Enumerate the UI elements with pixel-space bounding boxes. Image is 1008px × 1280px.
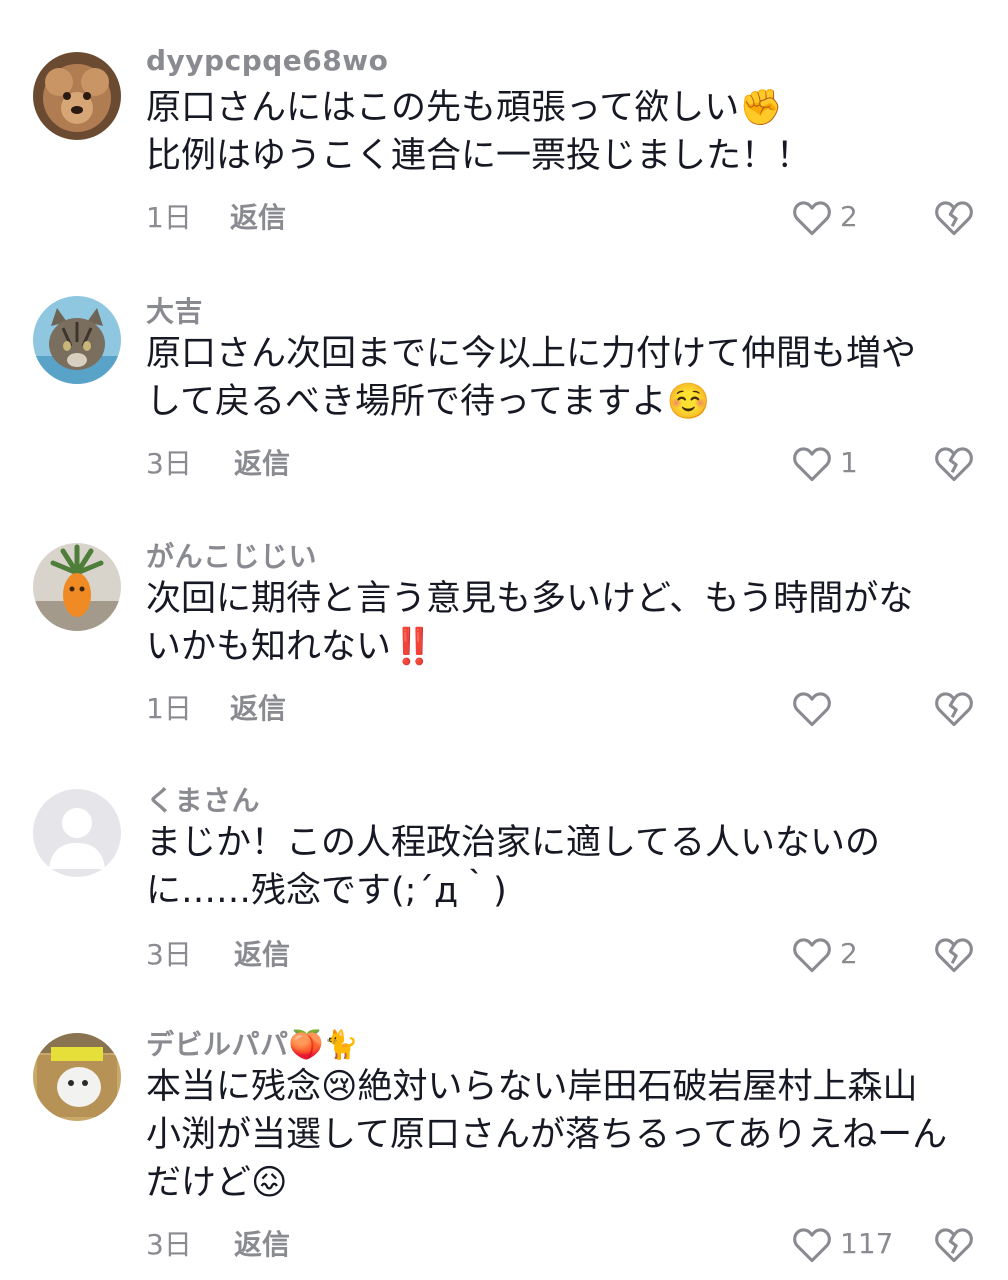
- dislike-button[interactable]: [932, 687, 976, 731]
- avatar[interactable]: [33, 1033, 121, 1121]
- reply-button[interactable]: 返信: [230, 687, 286, 727]
- cat-avatar-icon: [33, 296, 121, 384]
- heart-icon: [793, 201, 831, 236]
- timestamp: 3日: [146, 447, 192, 480]
- comment-text-line: 本当に残念😢絶対いらない岸田石破岩屋村上森山: [146, 1067, 918, 1107]
- username[interactable]: デビルパパ🍑🐈: [146, 1023, 359, 1063]
- comment-text: 原口さん次回までに今以上に力付けて仲間も増や して戻るべき場所で待ってますよ☺️: [146, 330, 986, 426]
- comment-text-line: 小渕が当選して原口さんが落ちるってありえねーん: [146, 1115, 948, 1155]
- like-button[interactable]: 2: [790, 933, 890, 977]
- timestamp: 3日: [146, 938, 192, 971]
- like-count: 1: [840, 446, 858, 479]
- reply-button[interactable]: 返信: [234, 933, 290, 973]
- comment-text-line: に……残念です(;´д｀): [146, 871, 507, 911]
- dislike-button[interactable]: [932, 442, 976, 486]
- comment-text-line: 比例はゆうこく連合に一票投じました！！: [146, 136, 812, 176]
- like-button[interactable]: 117: [790, 1223, 894, 1267]
- heart-icon: [793, 447, 831, 482]
- heart-icon: [793, 692, 831, 727]
- like-button[interactable]: 1: [790, 442, 890, 486]
- reply-button[interactable]: 返信: [234, 442, 290, 482]
- comment-text: 原口さんにはこの先も頑張って欲しい✊ 比例はゆうこく連合に一票投じました！！: [146, 84, 986, 180]
- avatar[interactable]: [33, 543, 121, 631]
- comment-text-line: して戻るべき場所で待ってますよ☺️: [146, 382, 711, 422]
- carrot-avatar-icon: [33, 543, 121, 631]
- dislike-button[interactable]: [932, 933, 976, 977]
- username[interactable]: 大吉: [146, 290, 203, 330]
- avatar[interactable]: [33, 296, 121, 384]
- comment-text-line: 次回に期待と言う意見も多いけど、もう時間がな: [146, 579, 914, 619]
- avatar[interactable]: [33, 789, 121, 877]
- timestamp: 1日: [146, 201, 192, 234]
- timestamp: 3日: [146, 1228, 192, 1261]
- dislike-button[interactable]: [932, 196, 976, 240]
- like-count: 117: [840, 1227, 894, 1260]
- comment-text-line: だけど😖: [146, 1163, 288, 1203]
- comment-text: まじか！この人程政治家に適してる人いないの に……残念です(;´д｀): [146, 819, 986, 915]
- like-button[interactable]: [790, 687, 890, 731]
- avatar[interactable]: [33, 52, 121, 140]
- broken-heart-icon: [935, 938, 973, 973]
- comment-text-line: 原口さん次回までに今以上に力付けて仲間も増や: [146, 334, 917, 374]
- like-count: 2: [840, 200, 858, 233]
- like-button[interactable]: 2: [790, 196, 890, 240]
- broken-heart-icon: [935, 692, 973, 727]
- broken-heart-icon: [935, 201, 973, 236]
- timestamp: 1日: [146, 692, 192, 725]
- heart-icon: [793, 1228, 831, 1263]
- like-count: 2: [840, 937, 858, 970]
- heart-icon: [793, 938, 831, 973]
- broken-heart-icon: [935, 1228, 973, 1263]
- broken-heart-icon: [935, 447, 973, 482]
- kitten-box-avatar-icon: [33, 1033, 121, 1121]
- dislike-button[interactable]: [932, 1223, 976, 1267]
- reply-button[interactable]: 返信: [234, 1223, 290, 1263]
- comment-text-line: まじか！この人程政治家に適してる人いないの: [146, 823, 880, 863]
- username[interactable]: がんこじじい: [146, 535, 317, 575]
- comment-text-line: いかも知れない‼️: [146, 627, 435, 667]
- dog-avatar-icon: [33, 52, 121, 140]
- comment-text: 本当に残念😢絶対いらない岸田石破岩屋村上森山 小渕が当選して原口さんが落ちるって…: [146, 1063, 986, 1207]
- comment-text: 次回に期待と言う意見も多いけど、もう時間がな いかも知れない‼️: [146, 575, 986, 671]
- reply-button[interactable]: 返信: [230, 196, 286, 236]
- default-avatar-icon: [33, 789, 121, 877]
- comment-text-line: 原口さんにはこの先も頑張って欲しい✊: [146, 88, 783, 128]
- username[interactable]: くまさん: [146, 779, 260, 819]
- username[interactable]: dyypcpqe68wo: [146, 44, 388, 77]
